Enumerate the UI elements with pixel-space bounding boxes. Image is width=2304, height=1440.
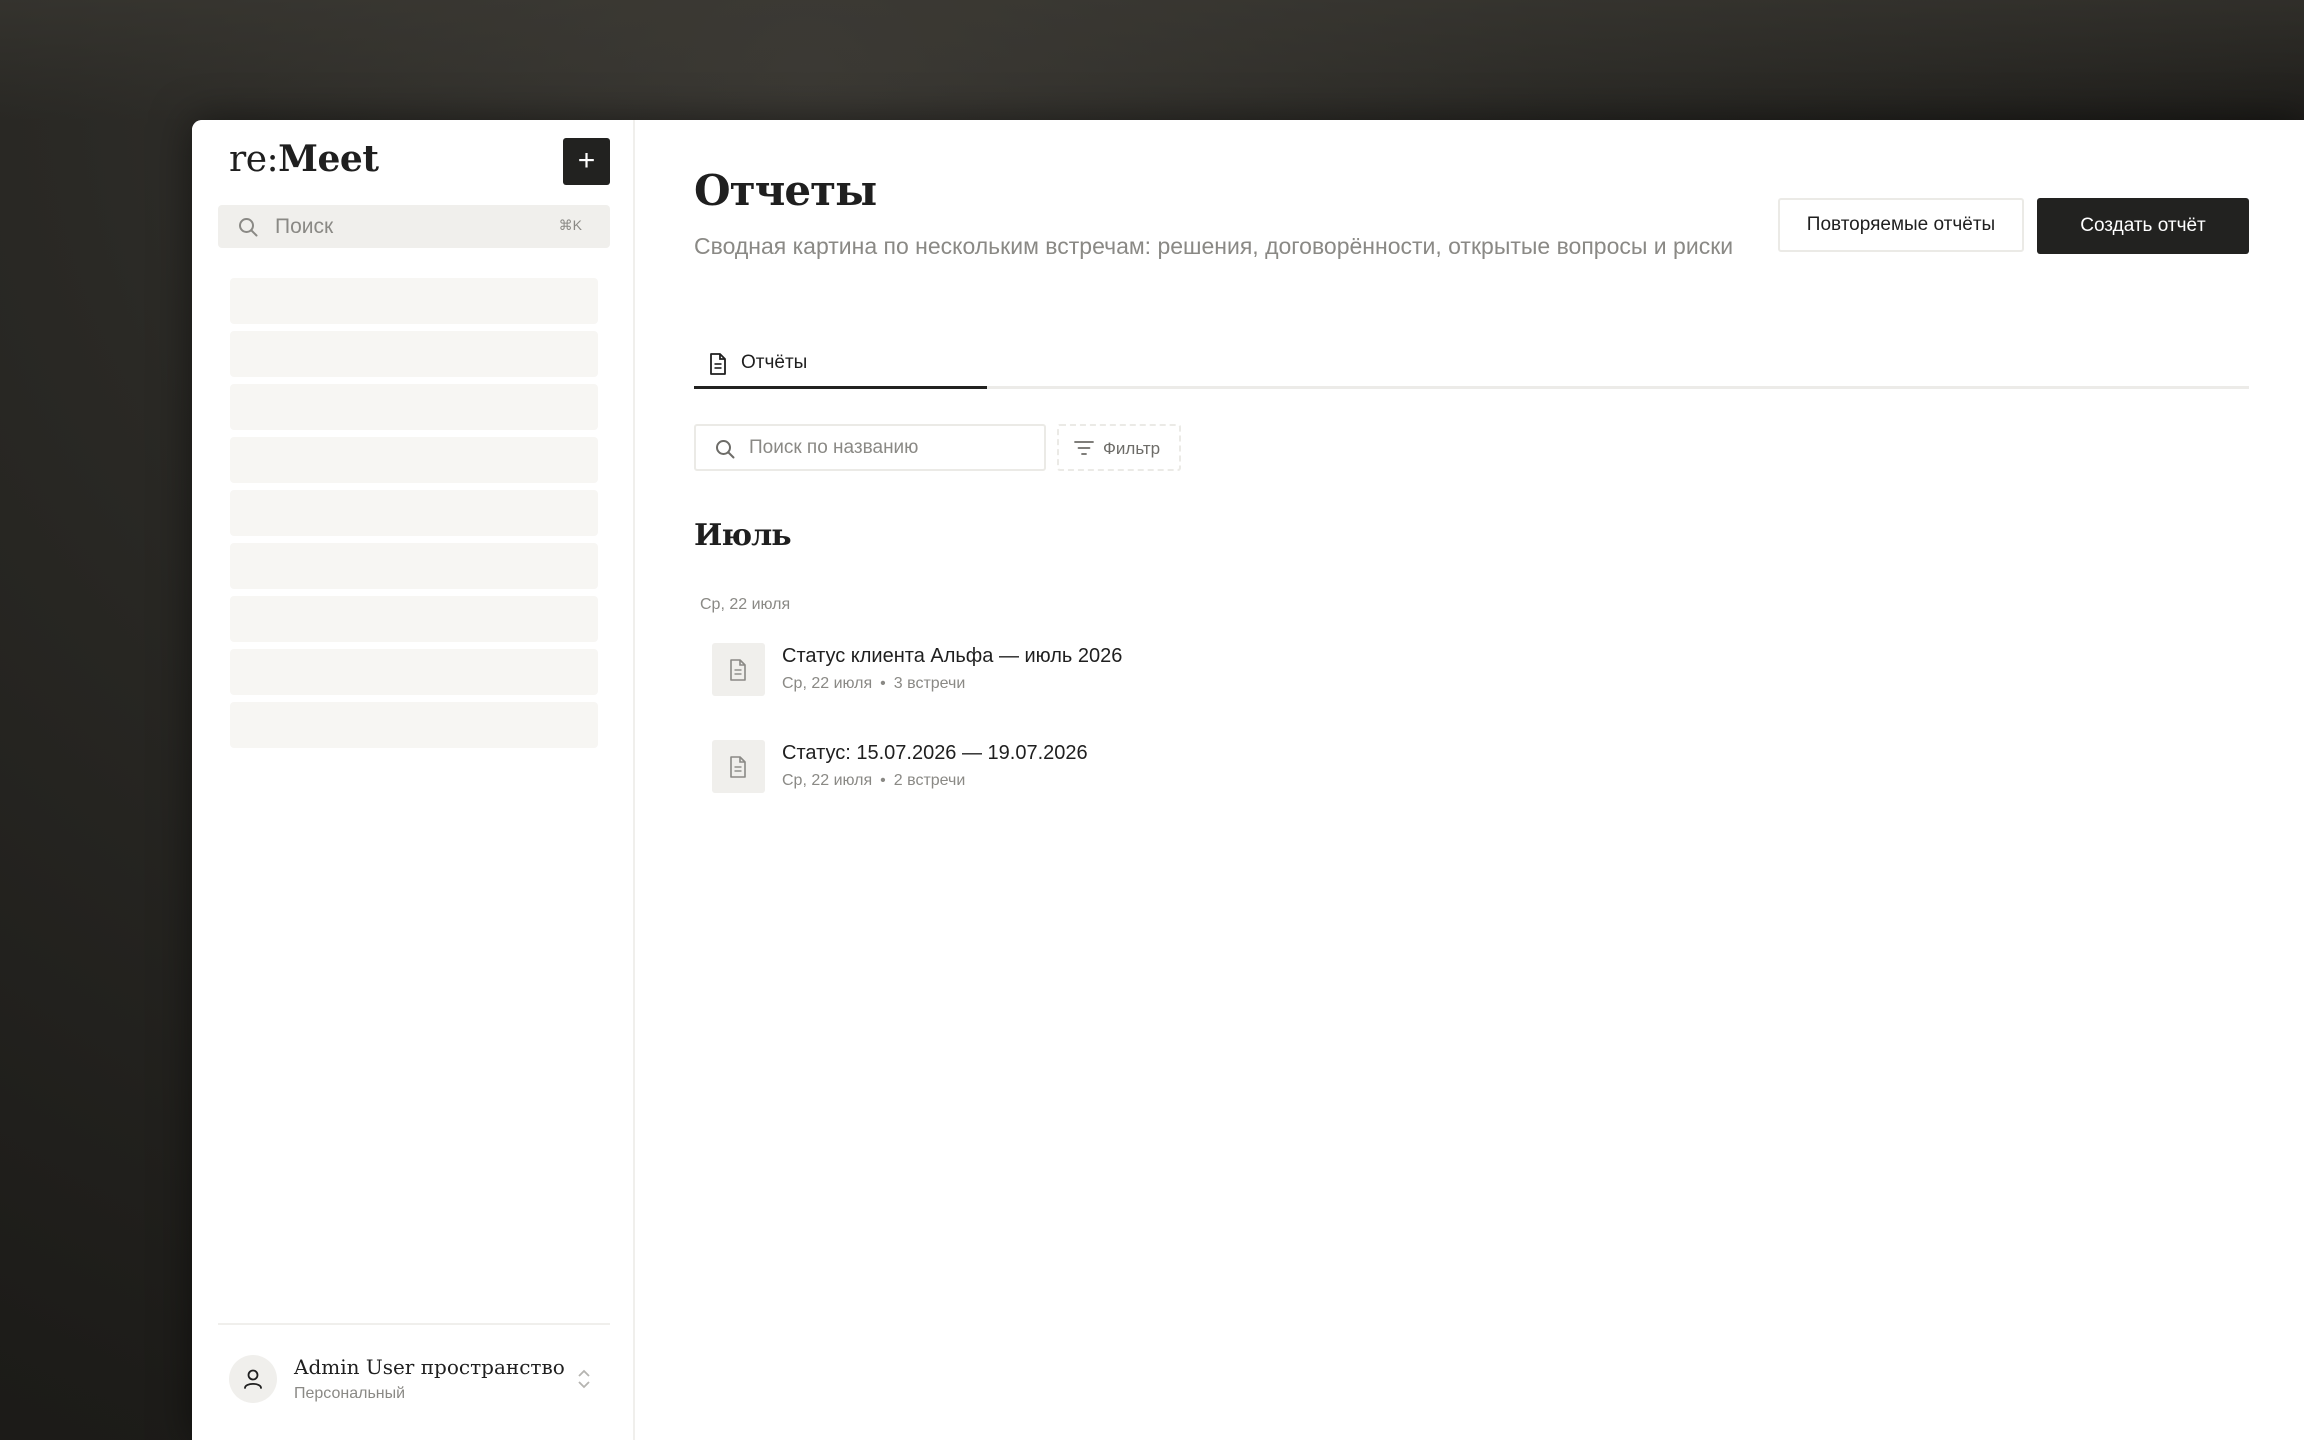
report-item[interactable]: Статус: 15.07.2026 — 19.07.2026 Ср, 22 и…	[712, 740, 1512, 810]
active-tab-indicator	[694, 386, 987, 389]
report-meta: Ср, 22 июля • 2 встречи	[782, 772, 965, 790]
search-icon	[716, 440, 735, 459]
skeleton-item	[230, 490, 598, 536]
report-meetings-count: 2 встречи	[893, 772, 966, 789]
report-icon-box	[712, 740, 765, 793]
create-report-button[interactable]: Создать отчёт	[2037, 198, 2249, 254]
skeleton-item	[230, 543, 598, 589]
skeleton-item	[230, 384, 598, 430]
filter-button[interactable]: Фильтр	[1057, 424, 1181, 471]
workspace-switcher[interactable]: Admin User пространство Персональный	[229, 1355, 609, 1415]
filter-label: Фильтр	[1103, 439, 1161, 458]
background	[0, 0, 2304, 120]
main-content: Отчеты Сводная картина по нескольким вст…	[633, 120, 2304, 1440]
chevron-up-down-icon	[578, 1369, 590, 1389]
search-icon	[239, 218, 258, 237]
report-meetings-count: 3 встречи	[893, 675, 966, 692]
report-title: Статус: 15.07.2026 — 19.07.2026	[782, 742, 1088, 764]
page-title: Отчеты	[694, 166, 877, 215]
document-icon	[730, 659, 746, 681]
date-heading: Ср, 22 июля	[700, 596, 791, 613]
month-heading: Июль	[694, 518, 792, 553]
user-icon	[244, 1369, 262, 1389]
document-icon	[730, 756, 746, 778]
search-by-name-input[interactable]: Поиск по названию	[694, 424, 1046, 471]
page-description: Сводная картина по нескольким встречам: …	[694, 233, 1734, 259]
skeleton-item	[230, 649, 598, 695]
search-placeholder: Поиск по названию	[749, 437, 919, 458]
app-logo[interactable]: re:Meet	[229, 138, 379, 180]
search-shortcut: ⌘K	[558, 217, 582, 233]
skeleton-item	[230, 437, 598, 483]
report-icon-box	[712, 643, 765, 696]
tab-reports[interactable]: Отчёты	[694, 344, 987, 389]
new-meeting-button[interactable]: +	[563, 138, 610, 185]
sidebar-search-input[interactable]: Поиск ⌘K	[218, 205, 610, 248]
workspace-type: Персональный	[294, 1385, 406, 1402]
skeleton-item	[230, 596, 598, 642]
logo-name: Meet	[278, 138, 379, 180]
sidebar-divider	[218, 1323, 610, 1325]
recurring-reports-button[interactable]: Повторяемые отчёты	[1778, 198, 2024, 252]
report-title: Статус клиента Альфа — июль 2026	[782, 645, 1123, 667]
app-window: re:Meet + Поиск ⌘K Admin User пространст…	[192, 120, 2304, 1440]
meta-separator: •	[880, 675, 886, 692]
skeleton-item	[230, 278, 598, 324]
filter-icon	[1074, 441, 1094, 455]
skeleton-item	[230, 702, 598, 748]
report-meta: Ср, 22 июля • 3 встречи	[782, 675, 965, 693]
document-icon	[710, 353, 726, 375]
sidebar-search-placeholder: Поиск	[275, 215, 334, 238]
meta-separator: •	[880, 772, 886, 789]
report-date: Ср, 22 июля	[782, 675, 873, 692]
skeleton-item	[230, 331, 598, 377]
report-item[interactable]: Статус клиента Альфа — июль 2026 Ср, 22 …	[712, 643, 1512, 713]
avatar	[229, 1355, 277, 1403]
sidebar: re:Meet + Поиск ⌘K Admin User пространст…	[192, 120, 635, 1440]
logo-prefix: re:	[229, 139, 279, 180]
tab-label: Отчёты	[741, 352, 808, 373]
workspace-name: Admin User пространство	[294, 1355, 565, 1379]
report-date: Ср, 22 июля	[782, 772, 873, 789]
